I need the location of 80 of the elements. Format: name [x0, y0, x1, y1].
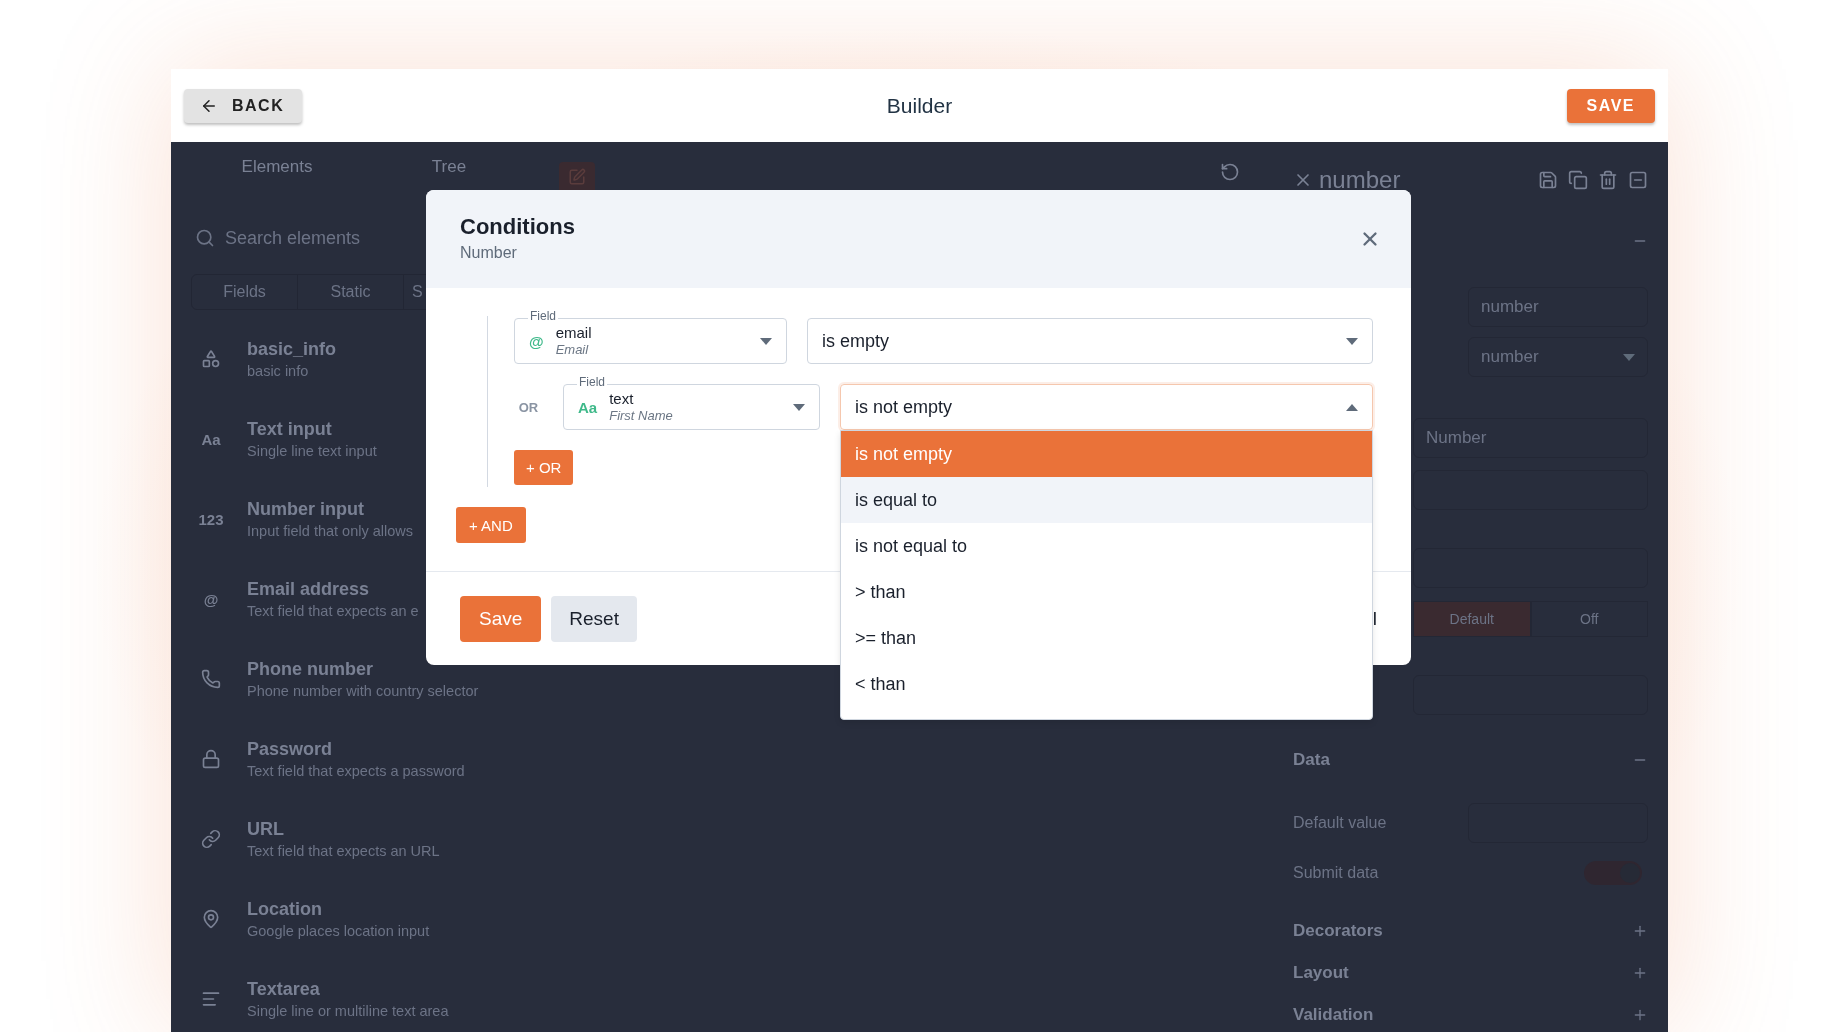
phone-icon [201, 669, 221, 689]
link-icon [201, 829, 221, 849]
menu-option[interactable]: > than [841, 569, 1372, 615]
undo-icon[interactable] [1220, 162, 1240, 182]
page-title: Builder [886, 93, 953, 118]
shapes-icon [201, 349, 221, 369]
section-title: Decorators [1293, 921, 1383, 941]
element-title: basic_info [247, 339, 337, 360]
back-button[interactable]: BACK [184, 88, 303, 123]
element-description: Google places location input [247, 923, 430, 939]
operator-select[interactable]: is not empty [840, 384, 1373, 430]
element-description: basic info [247, 363, 310, 379]
or-label: OR [517, 399, 540, 415]
menu-option[interactable]: is not equal to [841, 523, 1372, 569]
panel-tab[interactable]: Elements [191, 157, 363, 177]
element-type-icon: @ [191, 579, 231, 619]
menu-option[interactable]: is equal to [841, 477, 1372, 523]
partial-button-text: l [1372, 607, 1377, 630]
element-description: Text field that expects a password [247, 763, 465, 779]
edit-button[interactable] [559, 162, 595, 192]
element-title: URL [247, 819, 285, 840]
field-label: Default value [1293, 814, 1387, 832]
text-lines-icon [201, 989, 221, 1009]
element-type-icon: Aa [191, 419, 231, 459]
category-tab[interactable]: Static [298, 275, 404, 309]
edit-icon [568, 168, 586, 186]
element-title: Location [247, 899, 323, 920]
element-title: Email address [247, 579, 371, 600]
caret-icon [1623, 353, 1635, 361]
field-label: Submit data [1293, 864, 1379, 882]
element-description: Single line or multiline text area [247, 1003, 449, 1019]
field-label: Field [528, 309, 558, 323]
element-title: Phone number [247, 659, 374, 680]
lock-icon [201, 749, 221, 769]
menu-option[interactable]: is not empty [841, 431, 1372, 477]
element-description: Text field that expects an URL [247, 843, 440, 859]
element-title: Text input [247, 419, 333, 440]
caret-icon [1346, 403, 1358, 411]
collapse-icon[interactable] [1628, 170, 1648, 190]
add-or-button[interactable]: + OR [514, 450, 574, 485]
label-input[interactable]: Number [1413, 418, 1648, 458]
element-title: Number input [247, 499, 365, 520]
search-icon [195, 228, 215, 248]
reset-button[interactable]: Reset [551, 595, 637, 642]
add-and-button[interactable]: + AND [456, 507, 526, 543]
segment-option[interactable]: Default [1413, 601, 1531, 637]
operator-select[interactable]: is empty [807, 318, 1373, 364]
panel-tab[interactable]: Tree [363, 157, 535, 177]
save-button[interactable]: Save [460, 595, 542, 642]
plus-icon[interactable] [1632, 1007, 1648, 1023]
menu-option[interactable]: < than [841, 661, 1372, 707]
save-icon[interactable] [1538, 170, 1558, 190]
plus-icon[interactable] [1632, 923, 1648, 939]
category-tab[interactable]: Fields [192, 275, 298, 309]
element-type-icon: 123 [191, 499, 231, 539]
element-title: Password [247, 739, 334, 760]
element-description: Single line text input [247, 443, 377, 459]
segment-option[interactable]: Off [1530, 601, 1648, 637]
type-select[interactable]: number [1468, 337, 1648, 377]
element-description: Input field that only allows [247, 523, 414, 539]
copy-icon[interactable] [1568, 170, 1588, 190]
caret-icon [760, 337, 772, 345]
element-title: Textarea [247, 979, 321, 1000]
menu-option[interactable]: >= than [841, 615, 1372, 661]
caret-icon [1346, 337, 1358, 345]
element-description: Phone number with country selector [247, 683, 479, 699]
panel-title: number [1319, 166, 1401, 194]
element-description: Text field that expects an e [247, 603, 419, 619]
field-label: Field [577, 375, 607, 389]
dialog-title: Conditions [460, 214, 575, 240]
section-title: Layout [1293, 963, 1349, 983]
name-input[interactable]: number [1468, 287, 1648, 327]
dialog-subtitle: Number [460, 244, 518, 262]
save-button[interactable]: SAVE [1566, 88, 1655, 123]
section-title: Data [1293, 750, 1330, 770]
section-title: Validation [1293, 1005, 1374, 1025]
plus-icon[interactable] [1632, 965, 1648, 981]
map-pin-icon [201, 909, 221, 929]
trash-icon[interactable] [1598, 170, 1618, 190]
caret-icon [793, 403, 805, 411]
